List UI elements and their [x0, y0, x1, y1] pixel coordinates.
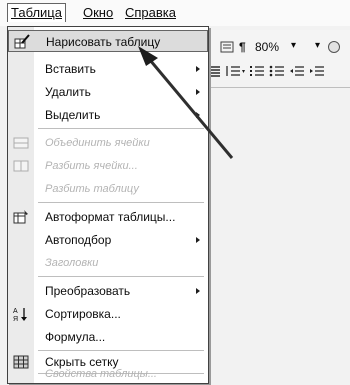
annotation-arrow: [138, 46, 234, 159]
